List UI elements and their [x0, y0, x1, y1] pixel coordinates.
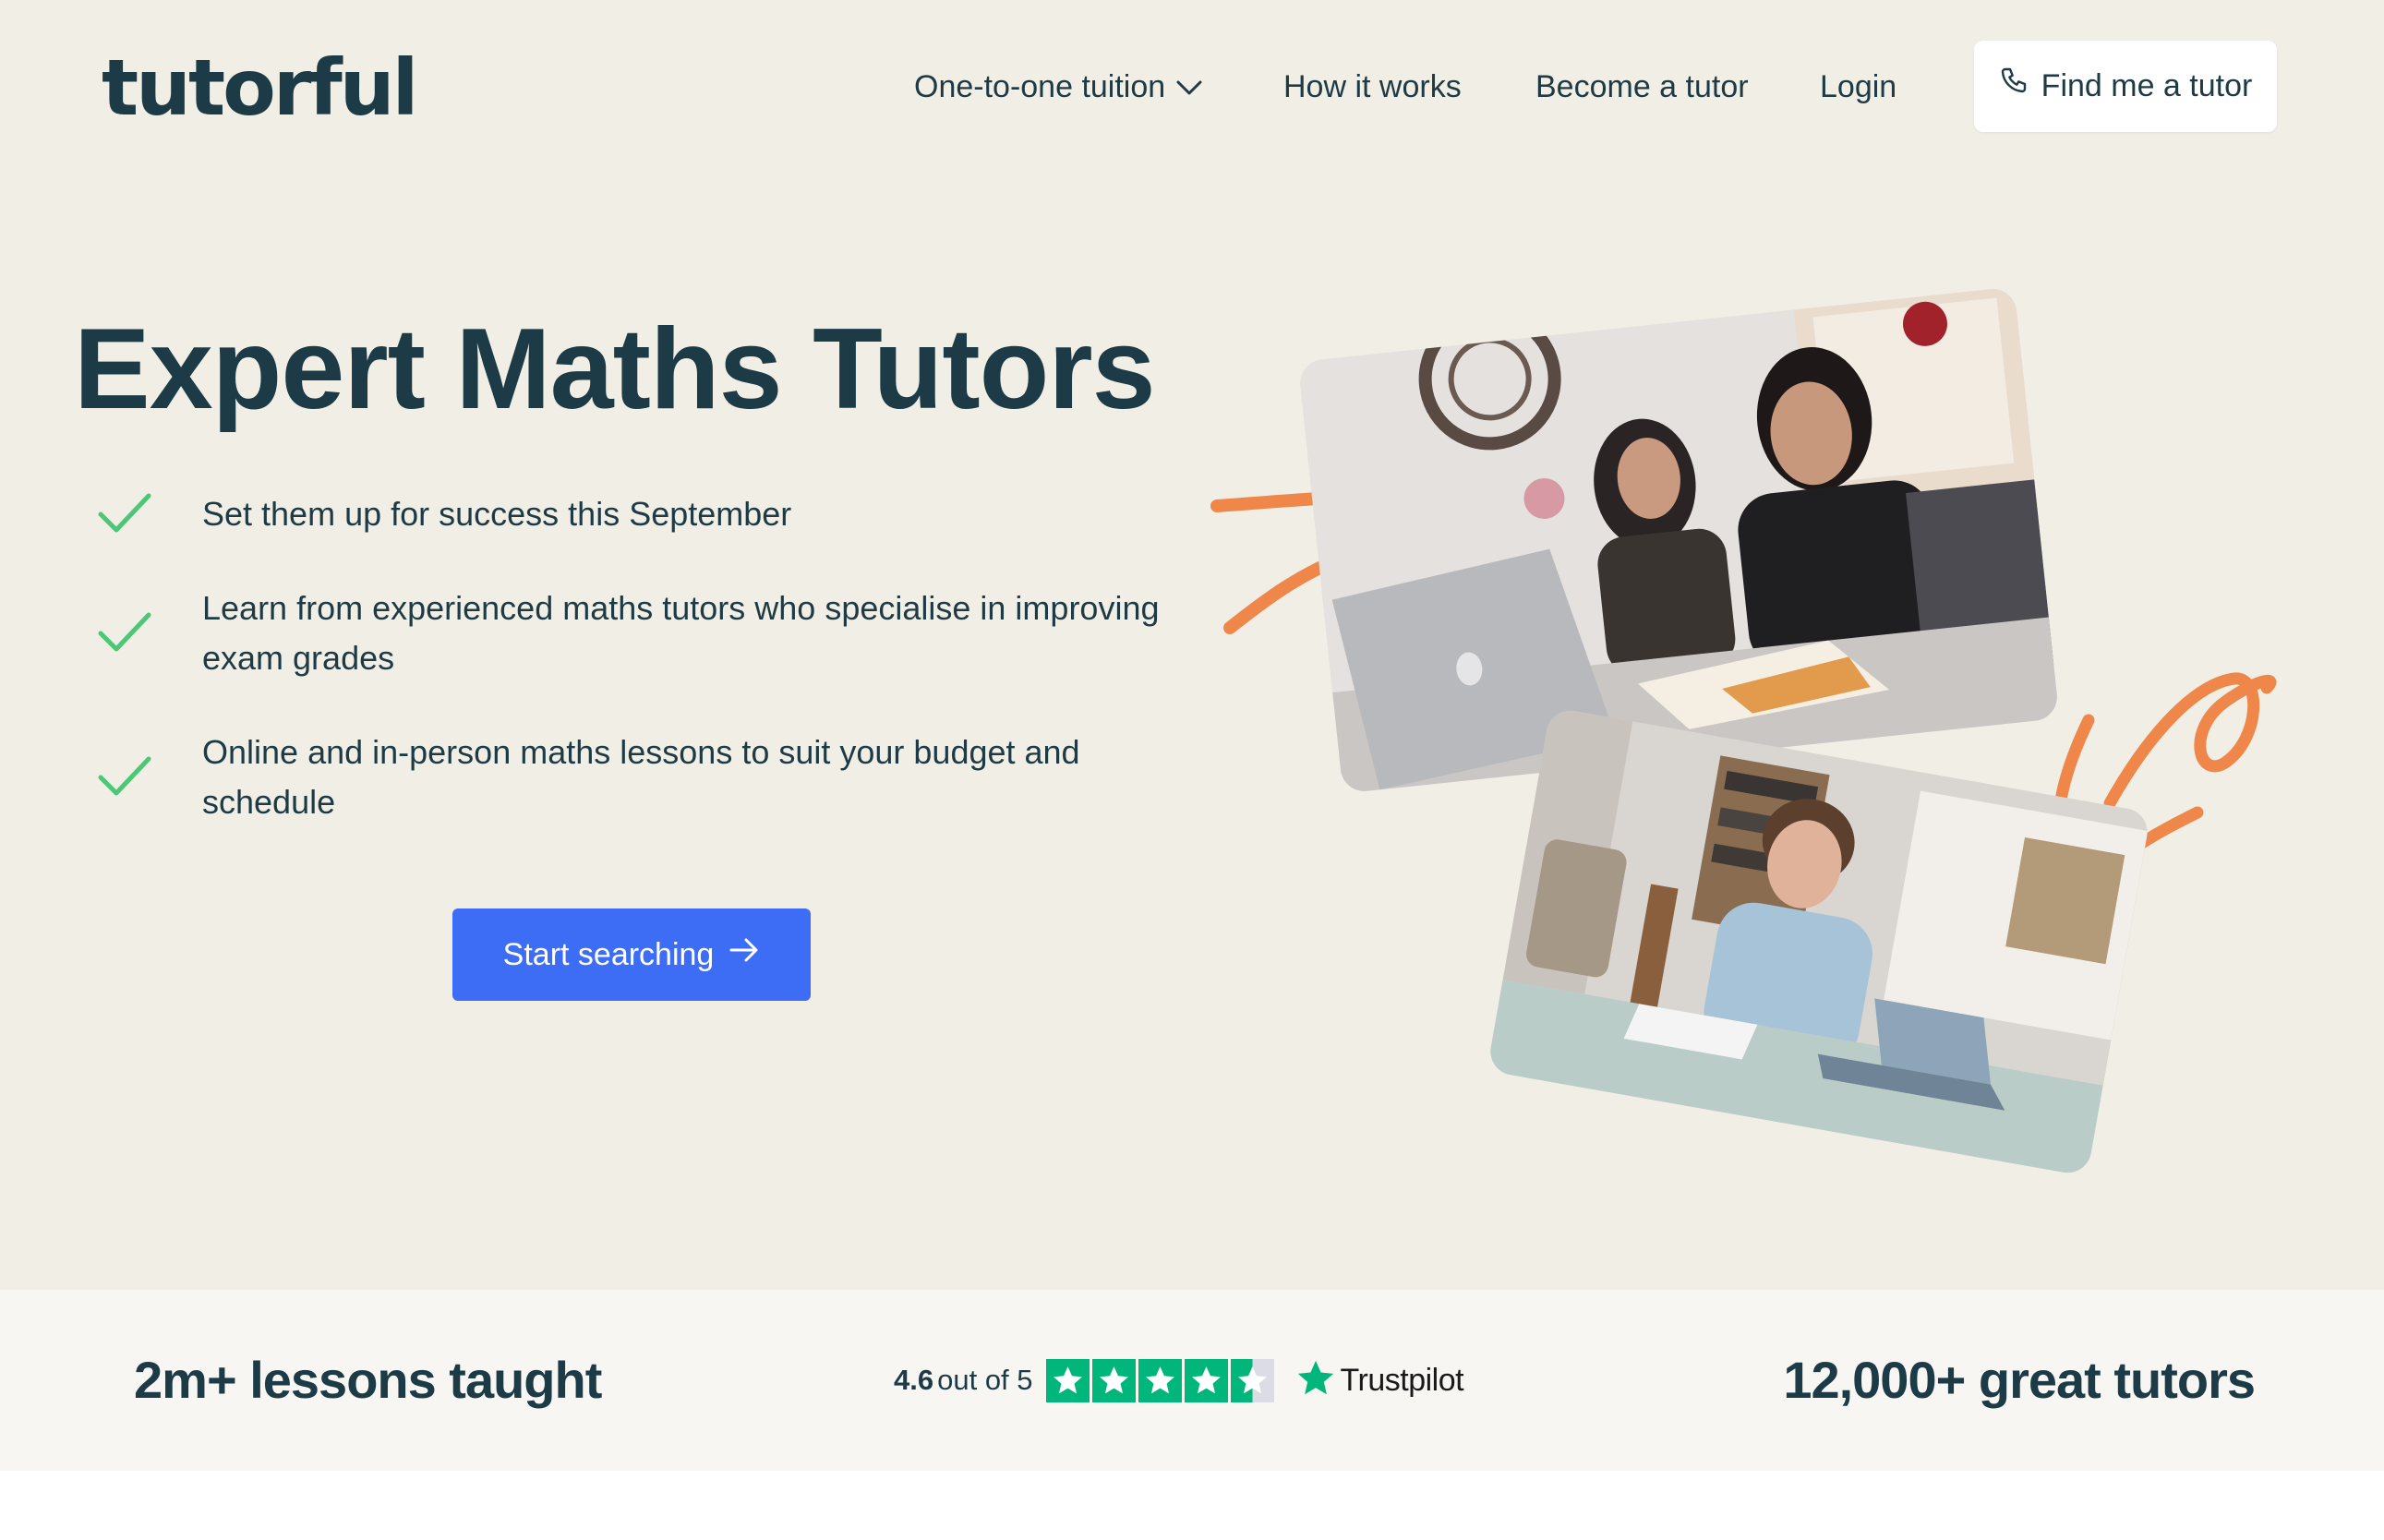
lessons-taught-stat: 2m+ lessons taught [134, 1351, 602, 1409]
rating-stars [1045, 1358, 1274, 1402]
star-icon [1045, 1358, 1090, 1402]
trustpilot-logo: Trustpilot [1294, 1357, 1464, 1404]
trustpilot-brand: Trustpilot [1340, 1362, 1464, 1398]
great-tutors-stat: 12,000+ great tutors [1783, 1351, 2256, 1409]
trustpilot-star-icon [1294, 1357, 1337, 1404]
star-icon [1184, 1358, 1228, 1402]
hero-section: tutorful One-to-one tuition How it works… [0, 0, 2384, 1290]
rating-out-of: out of 5 [937, 1364, 1033, 1396]
rating-score: 4.6 [894, 1364, 934, 1396]
half-star-icon [1230, 1358, 1274, 1402]
star-icon [1138, 1358, 1182, 1402]
photo-parent-and-student [1297, 286, 2060, 794]
star-icon [1091, 1358, 1136, 1402]
trustpilot-rating[interactable]: 4.6 out of 5 Trustpilot [894, 1356, 1464, 1404]
stats-bar: 2m+ lessons taught 4.6 out of 5 Trustpil… [0, 1290, 2384, 1471]
